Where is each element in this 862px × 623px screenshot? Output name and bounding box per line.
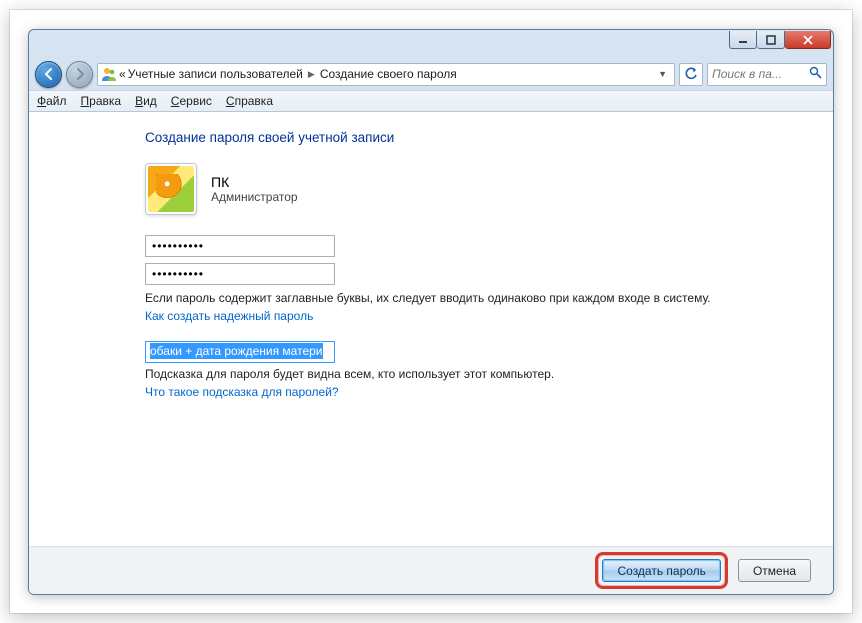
search-icon bbox=[809, 66, 822, 82]
caps-note: Если пароль содержит заглавные буквы, их… bbox=[145, 291, 803, 305]
forward-button[interactable] bbox=[66, 61, 93, 88]
hint-note: Подсказка для пароля будет видна всем, к… bbox=[145, 367, 803, 381]
avatar-frame bbox=[145, 163, 197, 215]
window: « Учетные записи пользователей ▶ Создани… bbox=[28, 29, 834, 595]
user-name: ПК bbox=[211, 174, 298, 190]
window-controls bbox=[729, 31, 831, 49]
create-password-button[interactable]: Создать пароль bbox=[602, 559, 720, 582]
breadcrumb-item-2[interactable]: Создание своего пароля bbox=[320, 67, 457, 81]
strong-password-link[interactable]: Как создать надежный пароль bbox=[145, 309, 313, 323]
menubar: Файл Правка Вид Сервис Справка bbox=[29, 90, 833, 112]
titlebar bbox=[29, 30, 833, 58]
nav-row: « Учетные записи пользователей ▶ Создани… bbox=[29, 58, 833, 90]
maximize-button[interactable] bbox=[757, 31, 785, 49]
menu-view[interactable]: Вид bbox=[135, 94, 157, 108]
highlight-annotation: Создать пароль bbox=[595, 552, 727, 589]
password-field-2[interactable] bbox=[145, 263, 335, 285]
breadcrumb-sep-icon: ▶ bbox=[305, 69, 318, 80]
content: Создание пароля своей учетной записи ПК … bbox=[29, 112, 833, 546]
close-button[interactable] bbox=[785, 31, 831, 49]
menu-tools[interactable]: Сервис bbox=[171, 94, 212, 108]
menu-edit[interactable]: Правка bbox=[81, 94, 122, 108]
back-button[interactable] bbox=[35, 61, 62, 88]
password-hint-field[interactable]: обаки + дата рождения матери bbox=[145, 341, 335, 363]
user-info: ПК Администратор bbox=[211, 174, 298, 204]
hint-help-link[interactable]: Что такое подсказка для паролей? bbox=[145, 385, 339, 399]
footer: Создать пароль Отмена bbox=[29, 546, 833, 594]
avatar-flower-icon bbox=[148, 166, 194, 212]
breadcrumb-item-1[interactable]: Учетные записи пользователей bbox=[128, 67, 303, 81]
breadcrumb-prefix: « bbox=[119, 67, 126, 81]
breadcrumb-dropdown-icon[interactable]: ▼ bbox=[654, 69, 671, 79]
breadcrumb[interactable]: « Учетные записи пользователей ▶ Создани… bbox=[97, 63, 675, 86]
cancel-button[interactable]: Отмена bbox=[738, 559, 811, 582]
page-title: Создание пароля своей учетной записи bbox=[145, 130, 803, 145]
menu-help[interactable]: Справка bbox=[226, 94, 273, 108]
user-row: ПК Администратор bbox=[145, 163, 803, 215]
refresh-button[interactable] bbox=[679, 63, 703, 86]
minimize-button[interactable] bbox=[729, 31, 757, 49]
menu-file[interactable]: Файл bbox=[37, 94, 67, 108]
hint-selected-text: обаки + дата рождения матери bbox=[150, 343, 323, 359]
password-field-1[interactable] bbox=[145, 235, 335, 257]
search-input[interactable]: Поиск в па... bbox=[707, 63, 827, 86]
search-placeholder: Поиск в па... bbox=[712, 67, 782, 81]
user-role: Администратор bbox=[211, 190, 298, 204]
client-area: Создание пароля своей учетной записи ПК … bbox=[29, 112, 833, 594]
user-accounts-icon bbox=[101, 66, 117, 82]
